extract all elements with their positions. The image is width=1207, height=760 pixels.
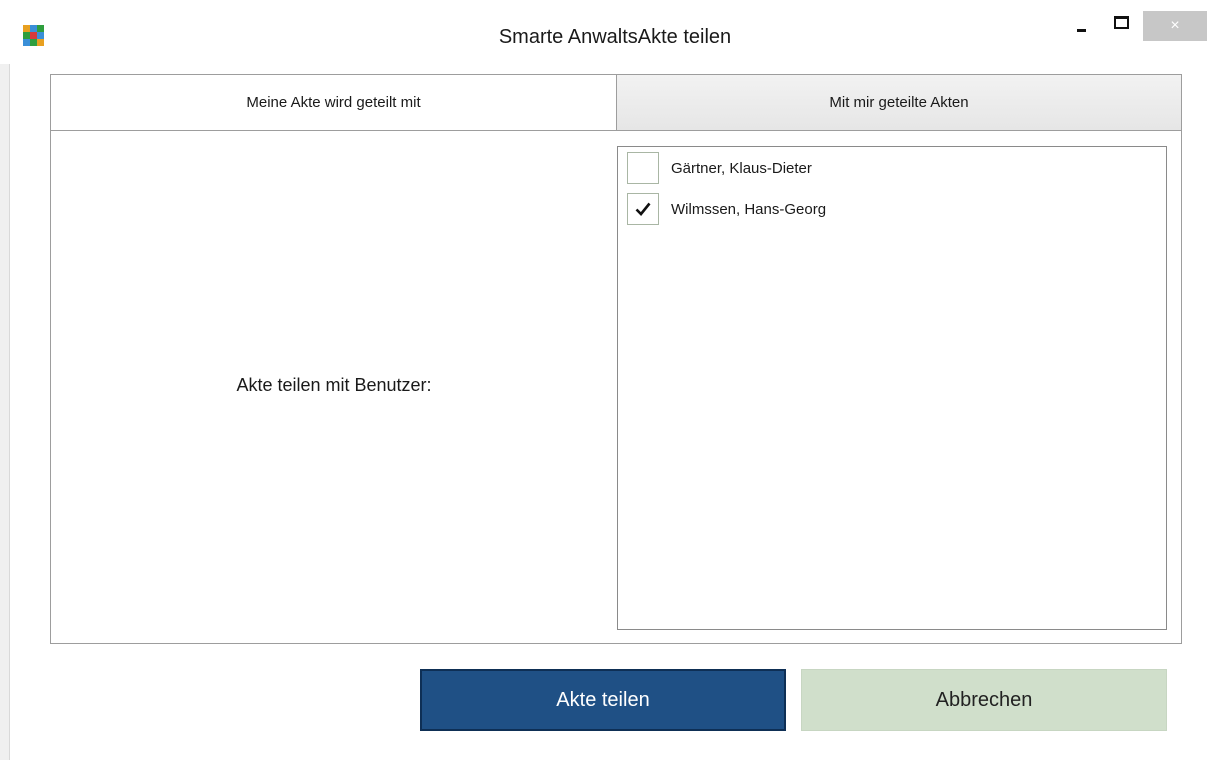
cancel-button[interactable]: Abbrechen <box>801 669 1167 731</box>
tab-bar: Meine Akte wird geteilt mit Mit mir gete… <box>51 75 1181 131</box>
share-with-users-label: Akte teilen mit Benutzer: <box>236 375 432 395</box>
window-title: Smarte AnwaltsAkte teilen <box>498 26 732 48</box>
user-name: Gärtner, Klaus-Dieter <box>671 159 812 177</box>
tab-my-file-shared-with[interactable]: Meine Akte wird geteilt mit <box>51 75 617 130</box>
user-checkbox[interactable] <box>627 193 659 225</box>
user-checkbox[interactable] <box>627 152 659 184</box>
minimize-icon[interactable] <box>1069 12 1093 38</box>
list-item[interactable]: Gärtner, Klaus-Dieter <box>627 151 812 185</box>
user-list[interactable]: Gärtner, Klaus-Dieter Wilmssen, Hans-Geo… <box>617 146 1167 630</box>
window-border <box>0 0 10 760</box>
tab-panel: Meine Akte wird geteilt mit Mit mir gete… <box>50 74 1182 644</box>
share-dialog-window: Smarte AnwaltsAkte teilen × Meine Akte w… <box>0 0 1207 760</box>
user-name: Wilmssen, Hans-Georg <box>671 200 827 218</box>
share-file-button[interactable]: Akte teilen <box>420 669 786 731</box>
list-item[interactable]: Wilmssen, Hans-Georg <box>627 192 826 226</box>
close-icon[interactable]: × <box>1143 11 1207 41</box>
maximize-icon[interactable] <box>1109 12 1133 38</box>
title-bar[interactable]: Smarte AnwaltsAkte teilen × <box>0 0 1207 64</box>
tab-files-shared-with-me[interactable]: Mit mir geteilte Akten <box>617 75 1181 130</box>
checkmark-icon <box>635 202 651 216</box>
